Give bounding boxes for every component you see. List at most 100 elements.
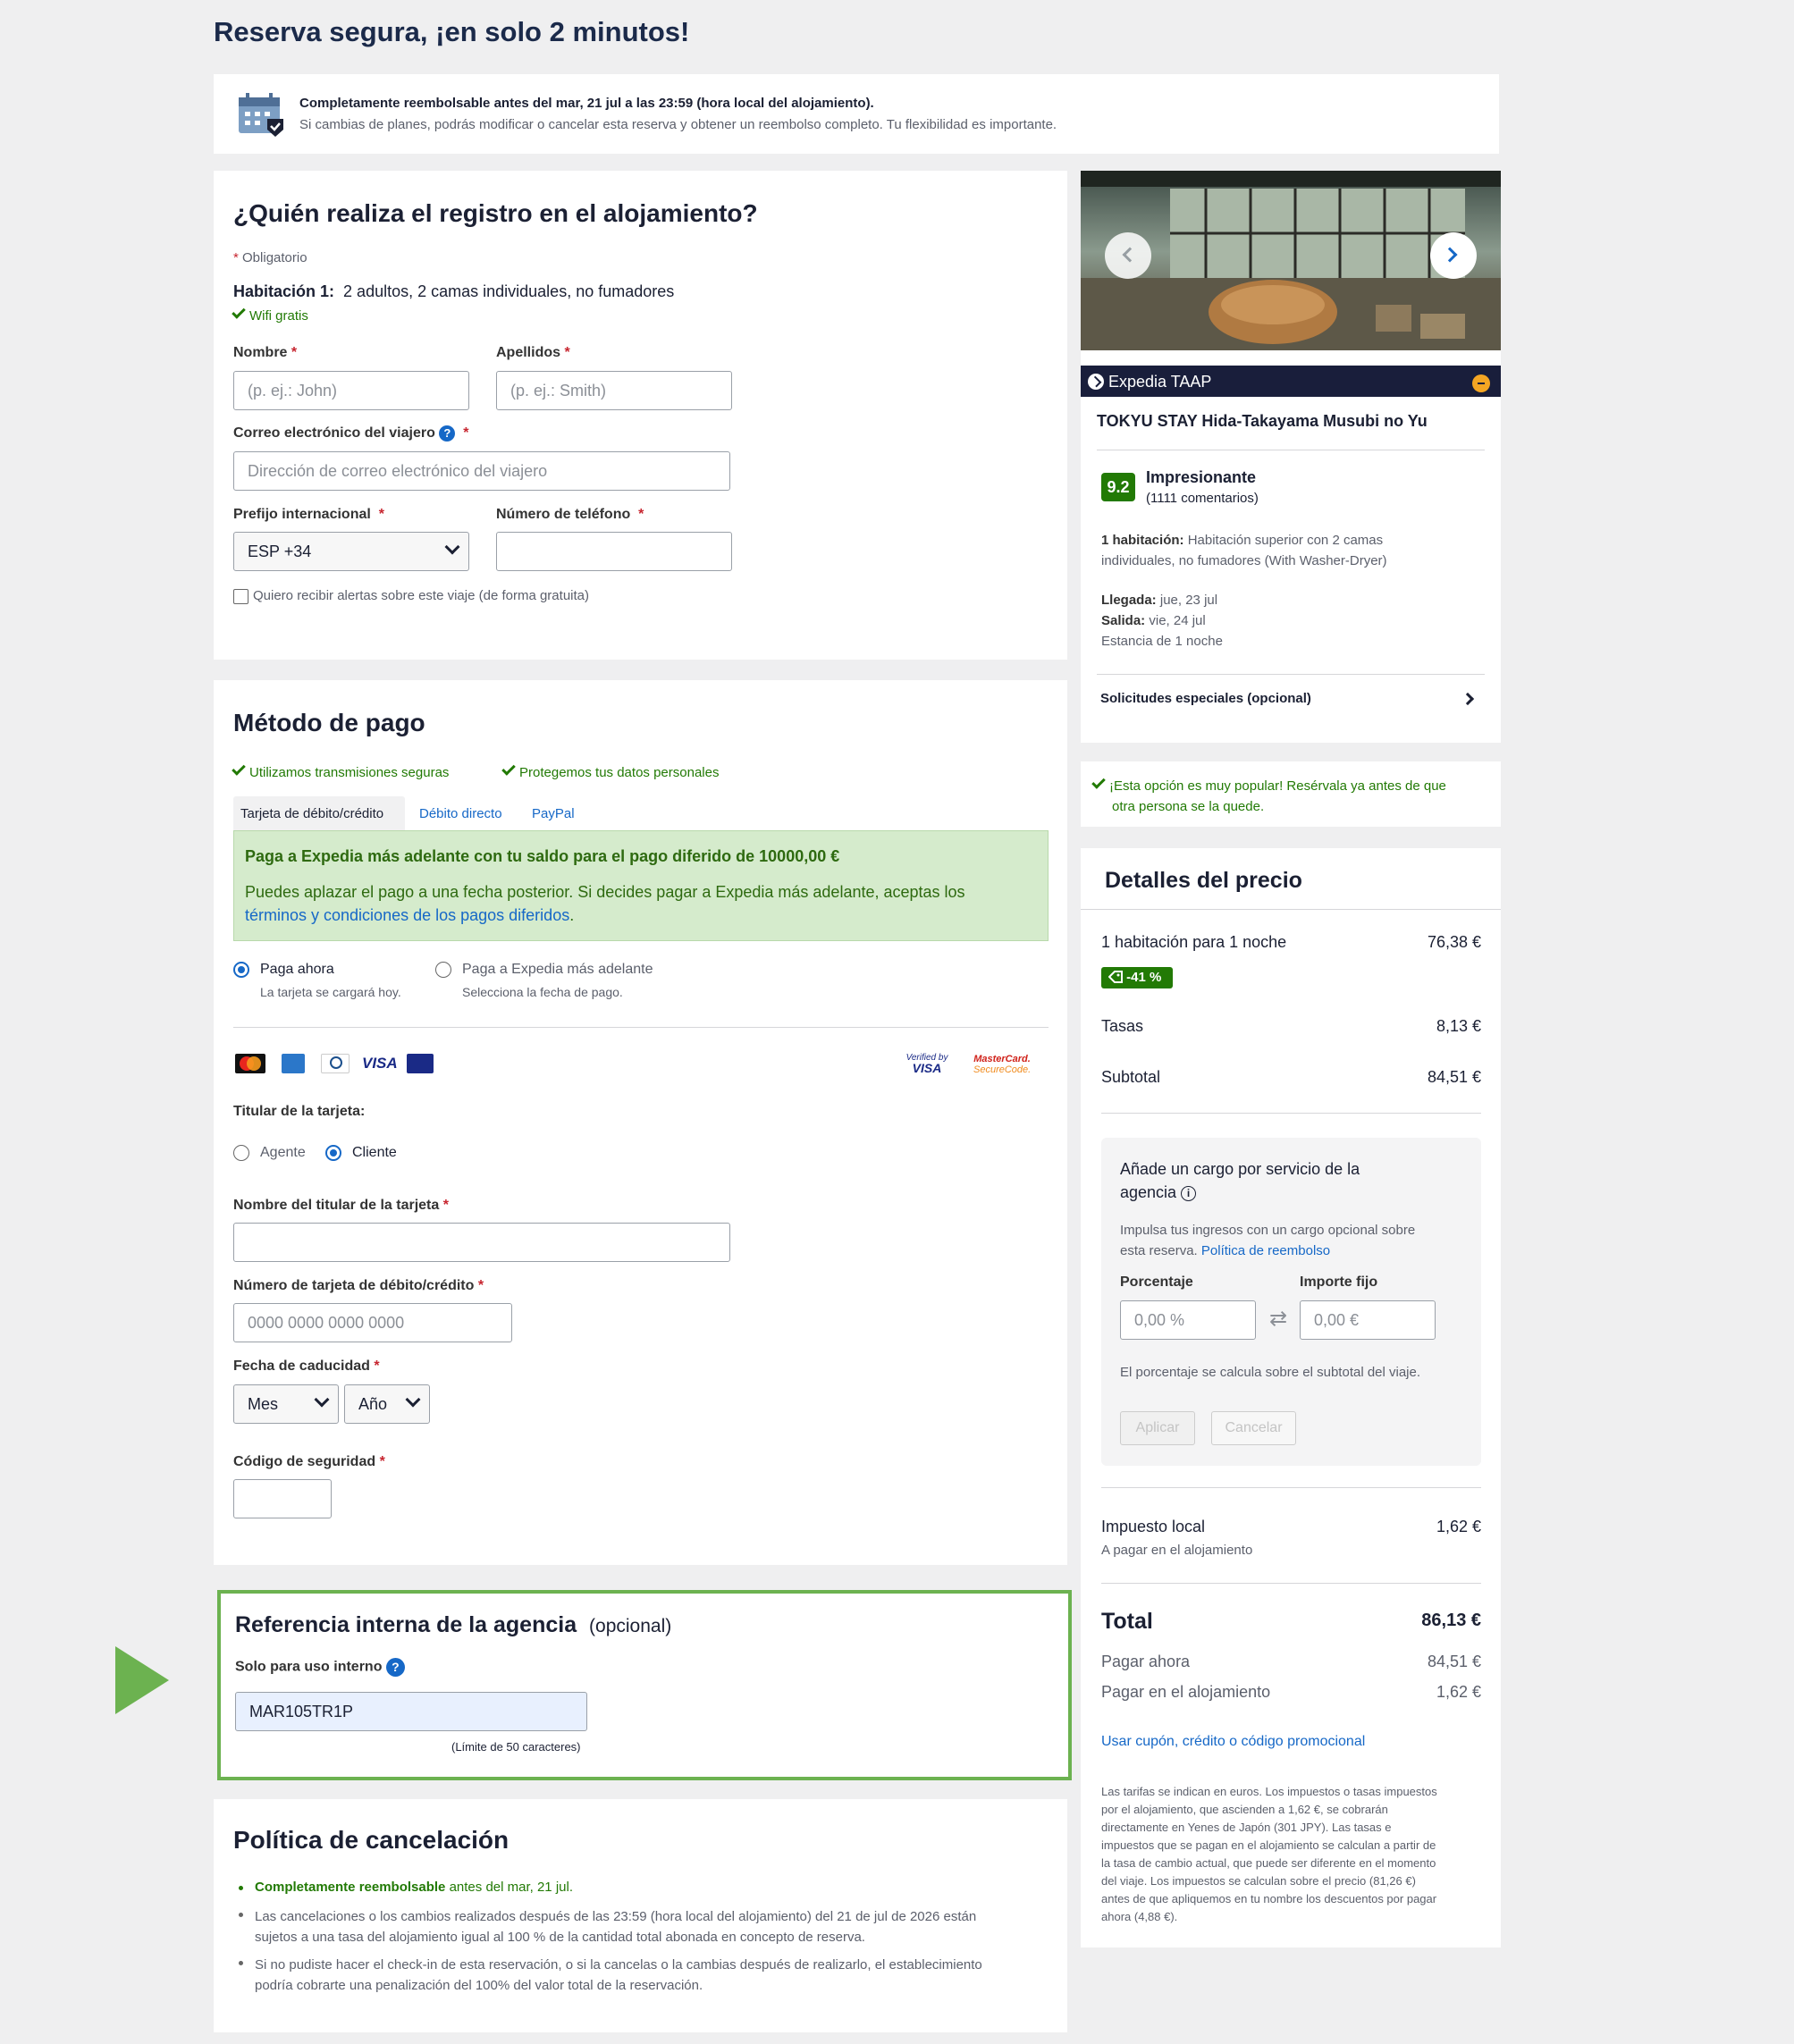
card-number-input[interactable]: 0000 0000 0000 0000: [233, 1303, 512, 1342]
review-count: (1111 comentarios): [1146, 491, 1259, 506]
price-disclaimer: Las tarifas se indican en euros. Los imp…: [1101, 1785, 1437, 1923]
total-row: Total 86,13 €: [1101, 1609, 1481, 1634]
holder-client-radio[interactable]: [325, 1145, 341, 1161]
coupon-link[interactable]: Usar cupón, crédito o código promocional: [1101, 1734, 1365, 1750]
divider: [1081, 909, 1501, 910]
divider: [1101, 1487, 1481, 1488]
first-name-input[interactable]: (p. ej.: John): [233, 371, 469, 410]
guest-section: ¿Quién realiza el registro en el alojami…: [214, 171, 1067, 660]
price-title: Detalles del precio: [1105, 868, 1302, 893]
phone-input[interactable]: [496, 532, 732, 571]
pay-now-radio[interactable]: [233, 962, 249, 978]
check-icon: [501, 761, 516, 776]
refund-text: Si cambias de planes, podrás modificar o…: [299, 117, 1057, 132]
cardholder-name-label: Nombre del titular de la tarjeta *: [233, 1198, 449, 1213]
refund-title: Completamente reembolsable antes del mar…: [299, 96, 874, 111]
apply-button[interactable]: Aplicar: [1120, 1411, 1195, 1445]
hotel-name: TOKYU STAY Hida-Takayama Musubi no Yu: [1097, 412, 1428, 430]
info-icon[interactable]: i: [1181, 1185, 1197, 1201]
agency-ref-input[interactable]: MAR105TR1P: [235, 1692, 587, 1731]
deferred-terms-link[interactable]: términos y condiciones de los pagos dife…: [245, 906, 574, 925]
agency-ref-title: Referencia interna de la agencia (opcion…: [235, 1612, 672, 1637]
cancellation-item-2: Las cancelaciones o los cambios realizad…: [255, 1909, 977, 1945]
status-dot-icon: [1472, 374, 1490, 392]
prefix-label: Prefijo internacional *: [233, 507, 384, 522]
agency-fee-box: Añade un cargo por servicio de la agenci…: [1101, 1138, 1481, 1466]
internal-use-label: Solo para uso interno ?: [235, 1658, 405, 1677]
alerts-checkbox[interactable]: [233, 589, 248, 604]
cancellation-item-3: Si no pudiste hacer el check-in de esta …: [255, 1957, 982, 1993]
deferred-text: Puedes aplazar el pago a una fecha poste…: [245, 883, 965, 901]
fixed-label: Importe fijo: [1300, 1274, 1378, 1290]
holder-label: Titular de la tarjeta:: [233, 1104, 366, 1119]
expiry-month-select[interactable]: Mes: [233, 1384, 339, 1424]
pay-later-label: Paga a Expedia más adelante: [462, 962, 653, 977]
pay-property-row: Pagar en el alojamiento 1,62 €: [1101, 1683, 1481, 1701]
deferred-payment-box: Paga a Expedia más adelante con tu saldo…: [233, 830, 1049, 941]
percent-label: Porcentaje: [1120, 1274, 1193, 1290]
mastercard-icon: [235, 1054, 265, 1073]
expiry-label: Fecha de caducidad *: [233, 1358, 380, 1374]
tab-paypal[interactable]: PayPal: [532, 806, 575, 821]
divider: [1101, 1583, 1481, 1584]
swap-icon[interactable]: ⇄: [1269, 1308, 1289, 1331]
stay-dates: Llegada: jue, 23 jul Salida: vie, 24 jul…: [1101, 593, 1223, 649]
pay-now-label: Paga ahora: [260, 962, 334, 977]
cvv-input[interactable]: [233, 1479, 332, 1518]
char-limit-note: (Límite de 50 caracteres): [451, 1740, 581, 1754]
expedia-logo-icon: [1088, 374, 1104, 390]
photo-next-button[interactable]: [1430, 232, 1477, 279]
tab-direct-debit[interactable]: Débito directo: [419, 806, 502, 821]
chevron-right-icon: [1461, 692, 1475, 706]
cancellation-title: Política de cancelación: [233, 1826, 510, 1854]
percent-input[interactable]: 0,00 %: [1120, 1300, 1256, 1340]
deferred-title: Paga a Expedia más adelante con tu saldo…: [245, 847, 840, 865]
visa-icon: VISA: [362, 1055, 398, 1072]
refund-policy-link[interactable]: Política de reembolso: [1201, 1243, 1330, 1258]
help-icon[interactable]: ?: [385, 1658, 405, 1677]
room-night-row: 1 habitación para 1 noche 76,38 €: [1101, 933, 1481, 951]
cancel-fee-button[interactable]: Cancelar: [1211, 1411, 1296, 1445]
hotel-summary: Expedia TAAP TOKYU STAY Hida-Takayama Mu…: [1081, 171, 1501, 743]
payment-section: Método de pago Utilizamos transmisiones …: [214, 680, 1067, 1565]
chevron-right-icon: [1442, 247, 1458, 263]
cancellation-item-1: Completamente reembolsable antes del mar…: [255, 1880, 573, 1895]
email-input[interactable]: Dirección de correo electrónico del viaj…: [233, 451, 730, 491]
pay-later-sub: Selecciona la fecha de pago.: [462, 985, 623, 999]
local-tax-sub: A pagar en el alojamiento: [1101, 1543, 1253, 1558]
local-tax-row: Impuesto local 1,62 €: [1101, 1518, 1481, 1535]
room-info: Habitación 1: 2 adultos, 2 camas individ…: [233, 282, 675, 300]
amex-icon: [282, 1054, 305, 1073]
popular-text: ¡Esta opción es muy popular! Resérvala y…: [1091, 775, 1446, 817]
agency-fee-text: Impulsa tus ingresos con un cargo opcion…: [1120, 1223, 1416, 1258]
tab-card[interactable]: Tarjeta de débito/crédito: [233, 796, 405, 832]
pay-later-radio[interactable]: [435, 962, 451, 978]
holder-agent-label: Agente: [260, 1145, 306, 1160]
phone-label: Número de teléfono *: [496, 507, 644, 522]
holder-agent-radio[interactable]: [233, 1145, 249, 1161]
check-icon: [232, 761, 246, 776]
discount-badge: -41 %: [1101, 967, 1173, 988]
visa-electron-icon: [407, 1054, 434, 1073]
diners-icon: [321, 1054, 350, 1073]
photo-prev-button[interactable]: [1105, 232, 1151, 279]
divider: [1097, 674, 1485, 675]
fixed-input[interactable]: 0,00 €: [1300, 1300, 1436, 1340]
room-summary: 1 habitación: Habitación superior con 2 …: [1101, 533, 1387, 568]
payment-title: Método de pago: [233, 709, 425, 736]
brand-bar: Expedia TAAP: [1081, 366, 1501, 397]
cvv-label: Código de seguridad *: [233, 1454, 385, 1469]
last-name-label: Apellidos *: [496, 345, 570, 360]
page-title: Reserva segura, ¡en solo 2 minutos!: [214, 16, 690, 47]
email-label: Correo electrónico del viajero ? *: [233, 425, 469, 442]
expiry-year-select[interactable]: Año: [344, 1384, 430, 1424]
help-icon[interactable]: ?: [439, 425, 456, 442]
prefix-select[interactable]: ESP +34: [233, 532, 469, 571]
agency-reference-section: Referencia interna de la agencia (opcion…: [217, 1590, 1072, 1780]
check-icon: [1091, 775, 1106, 789]
last-name-input[interactable]: (p. ej.: Smith): [496, 371, 732, 410]
check-icon: [232, 305, 246, 319]
cardholder-name-input[interactable]: [233, 1223, 730, 1262]
cancellation-section: Política de cancelación Completamente re…: [214, 1799, 1067, 2032]
special-requests-row[interactable]: Solicitudes especiales (opcional): [1097, 689, 1485, 719]
